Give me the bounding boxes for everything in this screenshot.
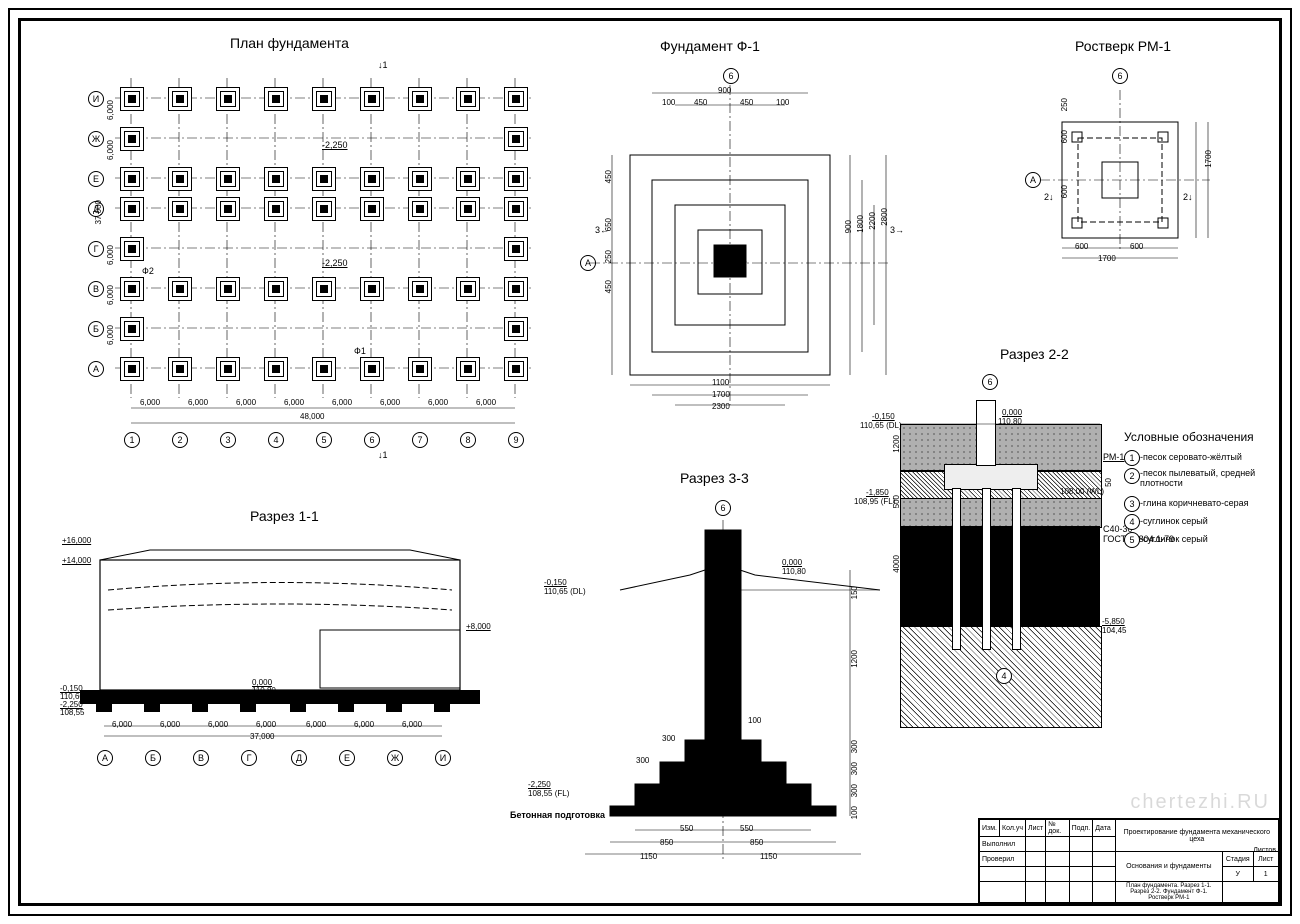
legend-item: -глина коричневато-серая bbox=[1140, 498, 1248, 508]
axis-row: Б bbox=[88, 321, 104, 337]
plan-total-h: 37,000 bbox=[94, 200, 103, 224]
axis-col: 9 bbox=[508, 432, 524, 448]
plan-total-w: 48,000 bbox=[300, 412, 324, 421]
axis-row: В bbox=[88, 281, 104, 297]
axis-col: 6 bbox=[364, 432, 380, 448]
title-plan: План фундамента bbox=[230, 35, 349, 51]
section-flag: ↓1 bbox=[378, 60, 388, 70]
section-flag: ↓1 bbox=[378, 450, 388, 460]
rm1-axis-top: 6 bbox=[1112, 68, 1128, 84]
section-flag: 2↓ bbox=[1044, 192, 1054, 202]
title-f1: Фундамент Ф-1 bbox=[660, 38, 760, 54]
axis-col: 4 bbox=[268, 432, 284, 448]
title-s33: Разрез 3-3 bbox=[680, 470, 749, 486]
legend-item: -суглинок серый bbox=[1140, 516, 1208, 526]
legend-item: -песок серовато-жёлтый bbox=[1140, 452, 1242, 462]
legend-item: -песок пылеватый, средней плотности bbox=[1140, 468, 1280, 488]
axis-col: 7 bbox=[412, 432, 428, 448]
section-flag: 3← bbox=[595, 225, 609, 235]
plan-col-dim: 6,000 bbox=[140, 398, 160, 407]
legend-item: -суглинок серый bbox=[1140, 534, 1208, 544]
section-flag: 3→ bbox=[890, 225, 904, 235]
s33-drawing bbox=[540, 520, 900, 880]
s33-axis: 6 bbox=[715, 500, 731, 516]
plan-elev: -2,250 bbox=[322, 258, 348, 268]
axis-col: 5 bbox=[316, 432, 332, 448]
watermark: chertezhi.RU bbox=[1130, 791, 1270, 814]
title-rm1: Ростверк РМ-1 bbox=[1075, 38, 1171, 54]
rm1-axis-left: А bbox=[1025, 172, 1041, 188]
drawing-sheet: План фундамента /*placeholder to keep st… bbox=[0, 0, 1300, 924]
f1-drawing bbox=[590, 85, 910, 415]
axis-col: 3 bbox=[220, 432, 236, 448]
f1-axis-top: 6 bbox=[723, 68, 739, 84]
title-s22: Разрез 2-2 bbox=[1000, 346, 1069, 362]
s11-drawing bbox=[60, 530, 490, 770]
s33-note: Бетонная подготовка bbox=[510, 810, 605, 820]
plan-grid bbox=[95, 78, 545, 448]
axis-row: А bbox=[88, 361, 104, 377]
axis-row: И bbox=[88, 91, 104, 107]
plan-mark-f2: Ф2 bbox=[142, 266, 154, 276]
axis-col: 2 bbox=[172, 432, 188, 448]
section-flag: 2↓ bbox=[1183, 192, 1193, 202]
axis-row: Е bbox=[88, 171, 104, 187]
title-block: Изм.Кол.учЛист№ док.Подп.Дата Проектиров… bbox=[978, 818, 1280, 904]
axis-row: Г bbox=[88, 241, 104, 257]
axis-row: Ж bbox=[88, 131, 104, 147]
s22-axis: 6 bbox=[982, 374, 998, 390]
axis-col: 8 bbox=[460, 432, 476, 448]
s22-rm: РМ-1 bbox=[1103, 452, 1124, 462]
plan-mark-f1: Ф1 bbox=[354, 346, 366, 356]
plan-elev: -2,250 bbox=[322, 140, 348, 150]
axis-col: 1 bbox=[124, 432, 140, 448]
title-s11: Разрез 1-1 bbox=[250, 508, 319, 524]
title-legend: Условные обозначения bbox=[1124, 430, 1254, 444]
